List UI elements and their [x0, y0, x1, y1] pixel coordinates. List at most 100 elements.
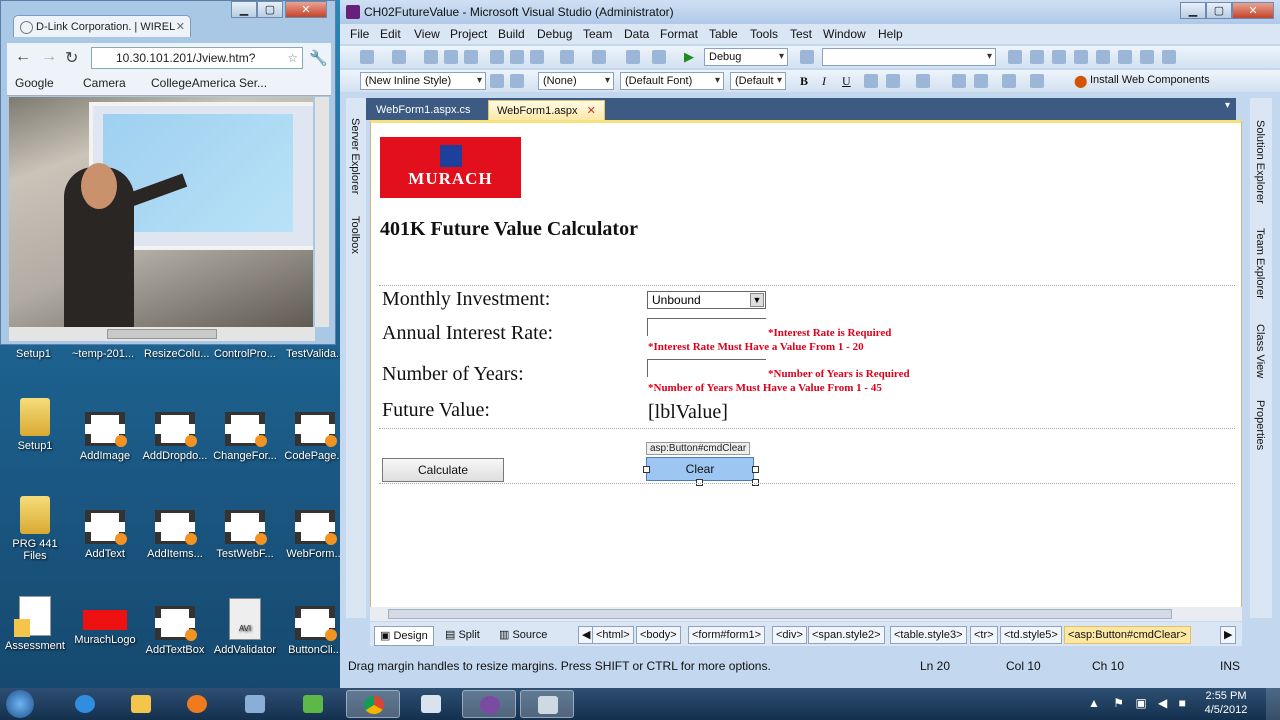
maximize-button[interactable]: ▢ — [1206, 2, 1232, 19]
tab-webform-cs[interactable]: WebForm1.aspx.cs — [368, 100, 479, 120]
italic-button[interactable]: I — [822, 74, 826, 89]
install-web-components-button[interactable]: Install Web Components — [1090, 74, 1210, 86]
horizontal-scrollbar[interactable] — [9, 327, 315, 341]
taskbar-window[interactable] — [404, 690, 458, 718]
object-browser-icon[interactable] — [1074, 50, 1088, 64]
solution-explorer-tab[interactable]: Solution Explorer — [1254, 120, 1266, 204]
menu-window[interactable]: Window — [823, 27, 866, 41]
bookmark-collegeamerica[interactable]: CollegeAmerica Ser... — [151, 76, 267, 90]
hyperlink-icon[interactable] — [1002, 74, 1016, 88]
start-debugging-icon[interactable]: ▶ — [684, 49, 694, 65]
paste-icon[interactable] — [530, 50, 544, 64]
menu-help[interactable]: Help — [878, 27, 903, 41]
wrench-icon[interactable]: 🔧 — [309, 49, 328, 67]
bookmark-google[interactable]: Google — [15, 76, 54, 90]
tab-source[interactable]: ▥ Source — [494, 626, 552, 644]
highlight-icon[interactable] — [886, 74, 900, 88]
designer-horizontal-scrollbar[interactable] — [370, 607, 1242, 621]
desktop-icon-testwebform[interactable]: TestWebF... — [210, 510, 280, 560]
menu-project[interactable]: Project — [450, 27, 487, 41]
taskbar-explorer[interactable] — [114, 690, 168, 718]
desktop-icon-label[interactable]: ResizeColu... — [144, 348, 209, 360]
taskbar-virtualbox[interactable] — [228, 690, 282, 718]
star-icon[interactable]: ☆ — [287, 48, 298, 68]
clear-button[interactable]: Clear — [646, 457, 754, 481]
breadcrumb-table[interactable]: <table.style3> — [890, 626, 967, 644]
tab-design[interactable]: ▣ Design — [374, 626, 434, 646]
more-options-icon[interactable] — [1162, 50, 1176, 64]
minimize-button[interactable]: ▁ — [1180, 2, 1206, 19]
save-all-icon[interactable] — [464, 50, 478, 64]
start-page-icon[interactable] — [1118, 50, 1132, 64]
desktop-icon-additems[interactable]: AddItems... — [140, 510, 210, 560]
monthly-investment-dropdown[interactable]: Unbound ▼ — [647, 291, 766, 309]
underline-button[interactable]: U — [842, 74, 851, 89]
menu-format[interactable]: Format — [660, 27, 698, 41]
menu-file[interactable]: File — [350, 27, 369, 41]
close-tab-icon[interactable]: ✕ — [587, 105, 596, 117]
menu-data[interactable]: Data — [624, 27, 649, 41]
font-color-icon[interactable] — [864, 74, 878, 88]
cut-icon[interactable] — [490, 50, 504, 64]
menu-test[interactable]: Test — [790, 27, 812, 41]
platform-icon[interactable] — [800, 50, 814, 64]
start-button[interactable] — [6, 690, 34, 718]
toolbox-icon[interactable] — [1096, 50, 1110, 64]
properties-icon[interactable] — [1052, 50, 1066, 64]
taskbar-media-player[interactable] — [170, 690, 224, 718]
align-icon[interactable] — [916, 74, 930, 88]
desktop-icon-label[interactable]: ControlPro... — [214, 348, 276, 360]
target-rule-select[interactable]: (None) — [538, 72, 614, 90]
font-select[interactable]: (Default Font) — [620, 72, 724, 90]
menu-debug[interactable]: Debug — [537, 27, 572, 41]
menu-tools[interactable]: Tools — [750, 27, 778, 41]
close-tab-icon[interactable]: ✕ — [176, 16, 185, 37]
clock[interactable]: 2:55 PM 4/5/2012 — [1196, 689, 1256, 717]
menu-build[interactable]: Build — [498, 27, 525, 41]
solution-explorer-icon[interactable] — [1030, 50, 1044, 64]
breadcrumb-button[interactable]: <asp:Button#cmdClear> — [1064, 626, 1191, 644]
tab-split[interactable]: ▤ Split — [440, 626, 485, 644]
redo-icon[interactable] — [592, 50, 606, 64]
desktop-icon-addvalidator[interactable]: AVI AddValidator — [210, 598, 280, 656]
breadcrumb-form[interactable]: <form#form1> — [688, 626, 766, 644]
navigate-forward-icon[interactable] — [652, 50, 666, 64]
desktop-icon-changeformat[interactable]: ChangeFor... — [210, 412, 280, 462]
toolbox-tab[interactable]: Toolbox — [349, 216, 361, 254]
breadcrumb-div[interactable]: <div> — [772, 626, 807, 644]
address-bar[interactable]: 10.30.101.201/Jview.htm? ☆ — [91, 47, 303, 69]
solution-config-select[interactable]: Debug — [704, 48, 788, 66]
show-desktop-button[interactable] — [1266, 688, 1280, 720]
design-view-options-icon[interactable] — [1030, 74, 1044, 88]
undo-icon[interactable] — [560, 50, 574, 64]
taskbar-ie2[interactable] — [286, 690, 340, 718]
bulleted-list-icon[interactable] — [974, 74, 988, 88]
apply-style-icon[interactable] — [490, 74, 504, 88]
taskbar-chrome[interactable] — [346, 690, 400, 718]
show-hidden-icons-icon[interactable]: ▲ — [1088, 696, 1100, 710]
menu-table[interactable]: Table — [709, 27, 738, 41]
copy-icon[interactable] — [510, 50, 524, 64]
volume-icon[interactable]: ◀ — [1158, 696, 1167, 710]
taskbar-camera[interactable] — [520, 690, 574, 718]
resize-handle[interactable] — [752, 466, 759, 473]
install-web-components-icon[interactable]: ⬤ — [1074, 74, 1087, 88]
network-icon[interactable]: ▣ — [1135, 696, 1146, 710]
numbered-list-icon[interactable] — [952, 74, 966, 88]
close-button[interactable]: ✕ — [285, 1, 327, 18]
desktop-icon-addimage[interactable]: AddImage — [70, 412, 140, 462]
font-size-select[interactable]: (Default — [730, 72, 786, 90]
reload-icon[interactable]: ↻ — [65, 48, 78, 68]
menu-view[interactable]: View — [414, 27, 440, 41]
action-center-icon[interactable]: ⚑ — [1113, 696, 1124, 710]
breadcrumb-span[interactable]: <span.style2> — [808, 626, 885, 644]
close-button[interactable]: ✕ — [1232, 2, 1274, 19]
forward-arrow-icon[interactable]: → — [41, 48, 57, 66]
nav-right-icon[interactable]: ▶ — [1220, 626, 1237, 644]
menu-edit[interactable]: Edit — [380, 27, 401, 41]
vertical-scrollbar[interactable] — [315, 97, 329, 327]
desktop-icon-addtextbox[interactable]: AddTextBox — [140, 606, 210, 656]
open-icon[interactable] — [424, 50, 438, 64]
attach-stylesheet-icon[interactable] — [510, 74, 524, 88]
bookmark-camera[interactable]: Camera — [83, 76, 126, 90]
